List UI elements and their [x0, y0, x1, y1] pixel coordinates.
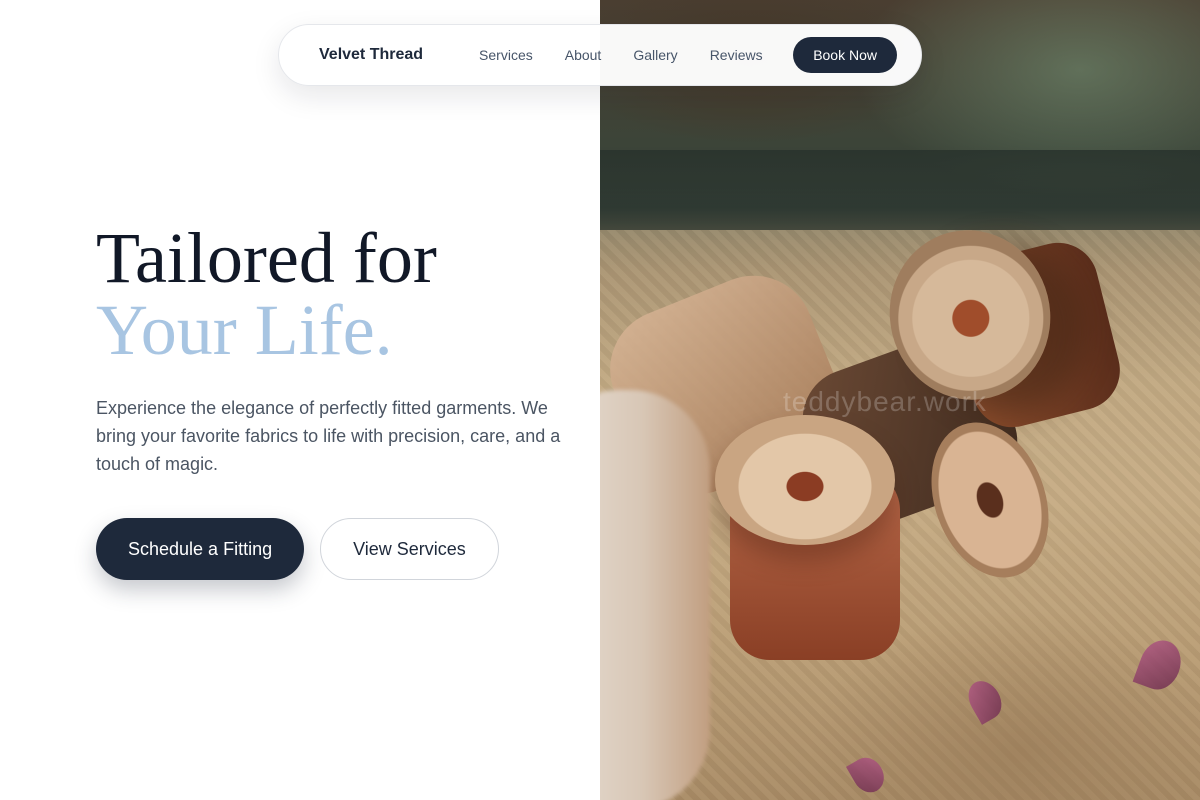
view-services-button[interactable]: View Services	[320, 518, 499, 580]
nav-link-about[interactable]: About	[565, 47, 602, 63]
hero-description: Experience the elegance of perfectly fit…	[96, 398, 561, 474]
hero-headline: Tailored for Your Life.	[96, 222, 566, 366]
photo-watermark: teddybear.work	[783, 386, 987, 417]
spool-white-blurred	[600, 390, 710, 800]
headline-line-2: Your Life.	[96, 290, 393, 370]
main-nav: Velvet Thread Services About Gallery Rev…	[278, 24, 922, 86]
brand-logo[interactable]: Velvet Thread	[319, 46, 423, 64]
hero-cta-row: Schedule a Fitting View Services	[96, 518, 566, 580]
hero-photo: teddybear.work	[600, 0, 1200, 800]
nav-link-reviews[interactable]: Reviews	[710, 47, 763, 63]
nav-link-gallery[interactable]: Gallery	[633, 47, 677, 63]
book-now-button[interactable]: Book Now	[793, 37, 897, 73]
hero-section: Tailored for Your Life. Experience the e…	[96, 222, 566, 580]
headline-line-1: Tailored for	[96, 218, 437, 298]
page: teddybear.work Velvet Thread Services Ab…	[0, 0, 1200, 800]
schedule-fitting-button[interactable]: Schedule a Fitting	[96, 518, 305, 580]
photo-background-bench	[600, 150, 1200, 240]
nav-link-services[interactable]: Services	[479, 47, 533, 63]
spool-copper-label	[715, 415, 895, 545]
nav-links: Services About Gallery Reviews	[479, 47, 763, 63]
